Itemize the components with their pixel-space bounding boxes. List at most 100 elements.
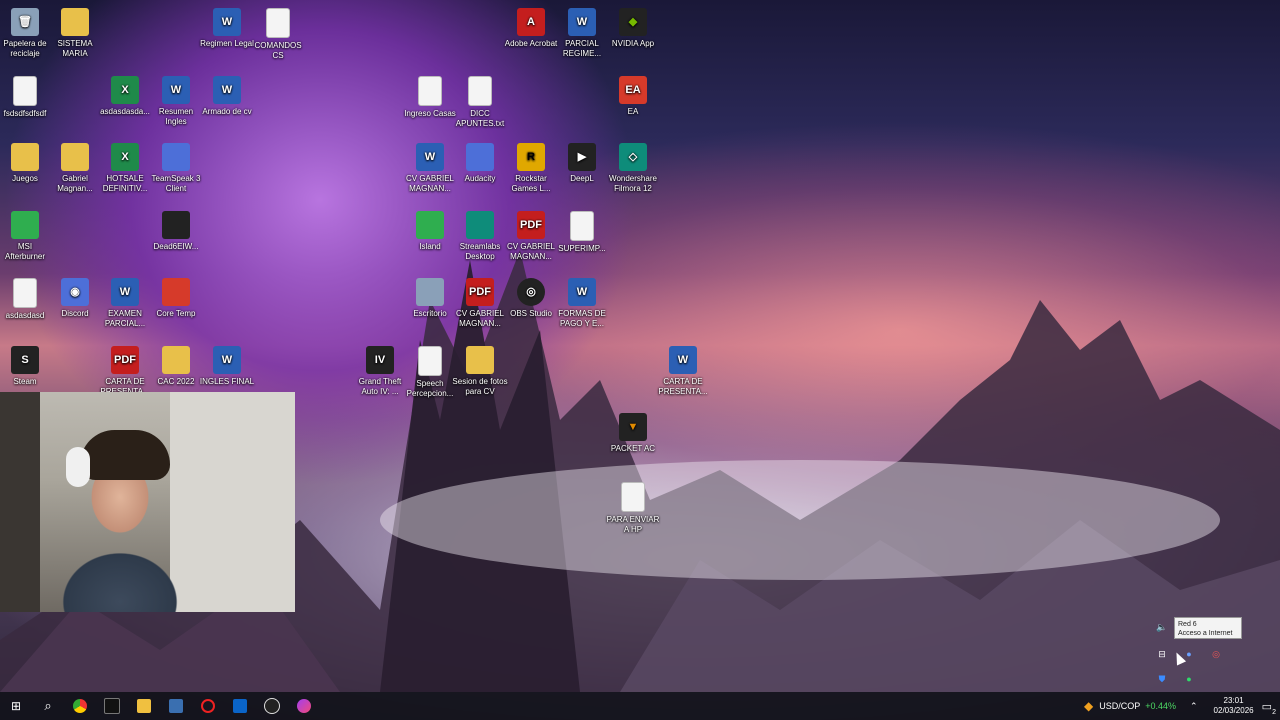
desktop-shortcut-obs[interactable]: ◎ OBS Studio xyxy=(503,278,559,319)
notification-icon: ▭ xyxy=(1261,700,1272,713)
word-file-icon: W xyxy=(162,76,190,104)
taskbar-terminal[interactable] xyxy=(96,692,128,720)
taskbar-file-explorer[interactable] xyxy=(128,692,160,720)
desktop-folder-juegos[interactable]: Juegos xyxy=(0,143,53,184)
defender-shield-icon[interactable]: ⛊ xyxy=(1156,673,1168,685)
desktop-file-fsdsdfsdfsdf[interactable]: fsdsdfsdfsdf xyxy=(0,76,53,119)
windows-logo-icon: ⊞ xyxy=(10,699,22,713)
desktop-file-speech-percepcion[interactable]: Speech Percepcion... xyxy=(402,346,458,399)
recycle-bin-icon[interactable]: 🗑 Papelera de reciclaje xyxy=(0,8,53,59)
desktop-shortcut-gta-iv[interactable]: IV Grand Theft Auto IV: ... xyxy=(352,346,408,397)
desktop-file-formas-de-pago[interactable]: W FORMAS DE PAGO Y E... xyxy=(554,278,610,329)
desktop-file-dicc-apuntes[interactable]: DICC APUNTES.txt xyxy=(452,76,508,129)
desktop-shortcut-audacity[interactable]: Audacity xyxy=(452,143,508,184)
desktop-file-cv-gabriel-pdf-2[interactable]: PDF CV GABRIEL MAGNAN... xyxy=(503,211,559,262)
taskbar-app-messenger[interactable] xyxy=(288,692,320,720)
desktop-shortcut-discord[interactable]: ◉ Discord xyxy=(47,278,103,319)
desktop-shortcut-icon xyxy=(416,278,444,306)
desktop-shortcut-deepl[interactable]: ▶ DeepL xyxy=(554,143,610,184)
text-file-icon xyxy=(266,8,290,38)
desktop-file-ingles-final[interactable]: W INGLES FINAL xyxy=(199,346,255,387)
desktop-file-asdasdasda-xlsx[interactable]: Xasdasdasda... xyxy=(97,76,153,117)
nvidia-tray-icon[interactable]: ● xyxy=(1183,673,1195,685)
volume-icon[interactable]: 🔈 xyxy=(1156,621,1168,633)
word-file-icon: W xyxy=(669,346,697,374)
desktop-file-superimp[interactable]: SUPERIMP... xyxy=(554,211,610,254)
network-tooltip: Red 6 Acceso a Internet xyxy=(1174,617,1242,639)
desktop-file-carta-presentacion-pdf[interactable]: PDFCARTA DE PRESENTA... xyxy=(97,346,153,397)
taskbar-opera[interactable] xyxy=(192,692,224,720)
desktop-shortcut-nvidia-app[interactable]: ◆ NVIDIA App xyxy=(605,8,661,49)
desktop-file-asdasdasd[interactable]: asdasdasd xyxy=(0,278,53,321)
desktop-shortcut-ea[interactable]: EA EA xyxy=(605,76,661,117)
clock-time: 23:01 xyxy=(1223,696,1244,705)
desktop-file-examen-parcial[interactable]: W EXAMEN PARCIAL... xyxy=(97,278,153,329)
currency-ticker-change: +0.44% xyxy=(1145,701,1176,711)
teamspeak-icon xyxy=(162,143,190,171)
word-file-icon: W xyxy=(568,278,596,306)
taskbar-calculator[interactable] xyxy=(160,692,192,720)
show-hidden-icons-button[interactable]: ⌃ xyxy=(1190,701,1198,712)
obs-studio-icon: ◎ xyxy=(517,278,545,306)
word-file-icon: W xyxy=(416,143,444,171)
desktop-file-para-enviar-hp[interactable]: PARA ENVIAR A HP xyxy=(605,482,661,535)
pdf-file-icon: PDF xyxy=(111,346,139,374)
desktop-shortcut-rockstar[interactable]: R Rockstar Games L... xyxy=(503,143,559,194)
folder-icon xyxy=(61,143,89,171)
desktop-folder-sistema-maria[interactable]: SISTEMA MARIA xyxy=(47,8,103,59)
start-button[interactable]: ⊞ xyxy=(0,692,32,720)
desktop-shortcut-msi-afterburner[interactable]: MSI Afterburner xyxy=(0,211,53,262)
desktop-shortcut-steam[interactable]: S Steam xyxy=(0,346,53,387)
folder-icon xyxy=(137,699,151,713)
desktop-file-resumen-ingles[interactable]: W Resumen Ingles xyxy=(148,76,204,127)
taskbar-chrome[interactable] xyxy=(64,692,96,720)
calculator-icon xyxy=(169,699,183,713)
desktop-folder-gabriel[interactable]: Gabriel Magnan... xyxy=(47,143,103,194)
taskbar-outlook[interactable] xyxy=(224,692,256,720)
system-tray: ◆ USD/COP +0.44% ⌃ 23:01 02/03/2026 ▭ 2 xyxy=(1084,692,1280,720)
core-temp-icon xyxy=(162,278,190,306)
desktop-shortcut-island[interactable]: Island xyxy=(402,211,458,252)
folder-icon xyxy=(162,346,190,374)
desktop-folder-cac-2022[interactable]: CAC 2022 xyxy=(148,346,204,387)
desktop-file-packet-ac[interactable]: ▼ PACKET AC xyxy=(605,413,661,454)
desktop-folder-sesion-fotos[interactable]: Sesion de fotos para CV xyxy=(452,346,508,397)
desktop-shortcut-teamspeak[interactable]: TeamSpeak 3 Client xyxy=(148,143,204,194)
desktop-shortcut-core-temp[interactable]: Core Temp xyxy=(148,278,204,319)
currency-widget-icon[interactable]: ◆ xyxy=(1084,699,1093,713)
currency-ticker-symbol[interactable]: USD/COP xyxy=(1099,701,1140,711)
desktop-file-comandos-cs[interactable]: COMANDOS CS xyxy=(250,8,306,61)
app-tray-icon-2[interactable]: ◎ xyxy=(1210,648,1222,660)
excel-file-icon: X xyxy=(111,143,139,171)
taskbar: ⊞ ⌕ ◆ USD/COP +0.44% ⌃ 23:01 02/03/2026 … xyxy=(0,692,1280,720)
clock-date: 02/03/2026 xyxy=(1213,706,1254,715)
word-file-icon: W xyxy=(213,346,241,374)
search-button[interactable]: ⌕ xyxy=(32,692,64,720)
streamlabs-icon xyxy=(466,211,494,239)
desktop-file-carta-presentacion-word[interactable]: W CARTA DE PRESENTA... xyxy=(655,346,711,397)
taskbar-obs[interactable] xyxy=(256,692,288,720)
webcam-headset xyxy=(66,447,90,487)
text-file-icon xyxy=(418,76,442,106)
desktop-file-armado-cv[interactable]: W Armado de cv xyxy=(199,76,255,117)
text-file-icon xyxy=(621,482,645,512)
network-icon[interactable]: ⊟ xyxy=(1156,648,1168,660)
desktop-shortcut-escritorio[interactable]: Escritorio xyxy=(402,278,458,319)
chrome-icon xyxy=(73,699,87,713)
desktop-file-ingreso-casas[interactable]: Ingreso Casas xyxy=(402,76,458,119)
desktop-file-parcial-regimen[interactable]: W PARCIAL REGIME... xyxy=(554,8,610,59)
desktop-file-hotsale[interactable]: X HOTSALE DEFINITIV... xyxy=(97,143,153,194)
desktop-file-cv-gabriel-word[interactable]: W CV GABRIEL MAGNAN... xyxy=(402,143,458,194)
desktop-file-cv-gabriel-pdf[interactable]: PDF CV GABRIEL MAGNAN... xyxy=(452,278,508,329)
desktop-file-regimen-legal[interactable]: W Regimen Legal xyxy=(199,8,255,49)
word-file-icon: W xyxy=(568,8,596,36)
desktop-shortcut-streamlabs[interactable]: Streamlabs Desktop xyxy=(452,211,508,262)
island-icon xyxy=(416,211,444,239)
desktop-shortcut-filmora[interactable]: ◇ Wondershare Filmora 12 xyxy=(605,143,661,194)
obs-icon xyxy=(264,698,280,714)
desktop-file-dead6eiw[interactable]: Dead6EIW... xyxy=(148,211,204,252)
notification-center-button[interactable]: ▭ 2 xyxy=(1261,700,1276,716)
word-file-icon: W xyxy=(213,76,241,104)
desktop-shortcut-adobe-acrobat[interactable]: A Adobe Acrobat xyxy=(503,8,559,49)
taskbar-clock[interactable]: 23:01 02/03/2026 xyxy=(1214,696,1254,716)
